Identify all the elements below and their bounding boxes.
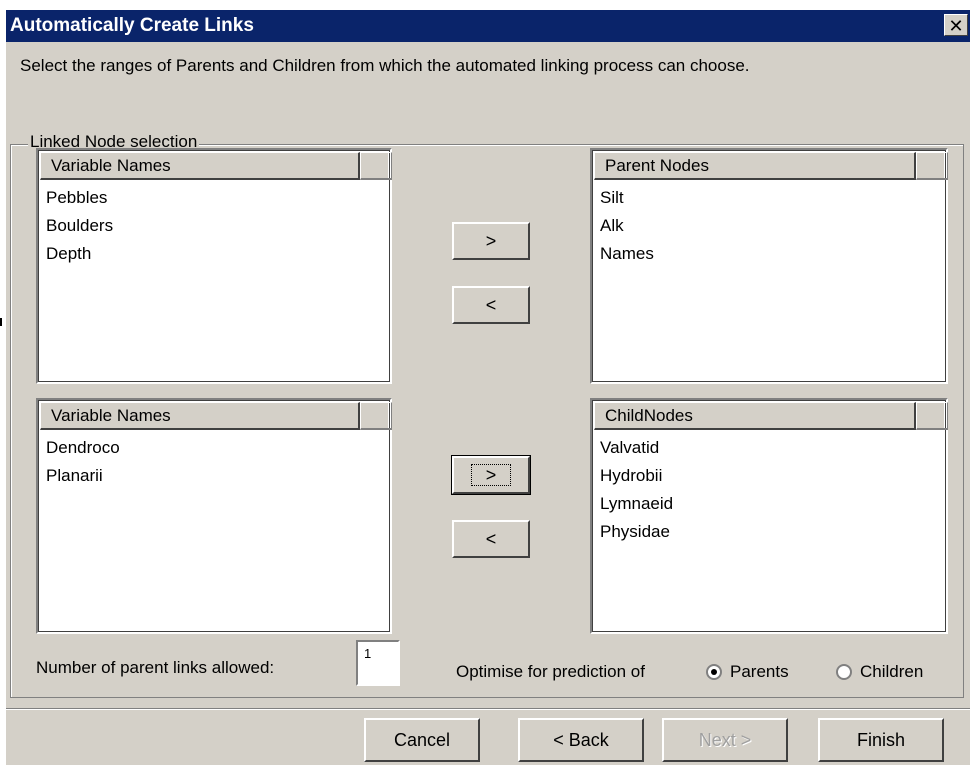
list-item[interactable]: Dendroco [46, 434, 120, 462]
auto-create-links-dialog: Automatically Create Links ✕ Select the … [6, 10, 970, 765]
column-header-variable-names[interactable]: Variable Names [40, 402, 360, 430]
parent-links-input[interactable]: 1 [356, 640, 400, 686]
list-item[interactable]: Pebbles [46, 184, 113, 212]
list-header: Variable Names [40, 152, 392, 180]
edge-mark [0, 318, 2, 326]
column-header-label: Parent Nodes [605, 156, 709, 175]
list-header: ChildNodes [594, 402, 948, 430]
cancel-button[interactable]: Cancel [364, 718, 480, 762]
dialog-title: Automatically Create Links [10, 15, 254, 36]
column-header-label: Variable Names [51, 406, 171, 425]
remove-child-button[interactable]: < [452, 520, 530, 558]
column-header-label: ChildNodes [605, 406, 693, 425]
footer-separator [6, 708, 970, 710]
list-item[interactable]: Alk [600, 212, 654, 240]
list-items: Pebbles Boulders Depth [46, 184, 113, 268]
list-item[interactable]: Physidae [600, 518, 673, 546]
add-child-button[interactable]: > [451, 455, 531, 495]
close-icon: ✕ [948, 16, 964, 36]
column-header-parent-nodes[interactable]: Parent Nodes [594, 152, 916, 180]
button-label: < Back [553, 730, 609, 750]
title-bar[interactable]: Automatically Create Links ✕ [6, 10, 970, 42]
close-button[interactable]: ✕ [944, 14, 968, 36]
list-item[interactable]: Planarii [46, 462, 120, 490]
list-items: Silt Alk Names [600, 184, 654, 268]
column-header-variable-names[interactable]: Variable Names [40, 152, 360, 180]
radio-selected-dot [711, 669, 717, 675]
column-header-filler [916, 402, 948, 430]
column-header-label: Variable Names [51, 156, 171, 175]
next-button[interactable]: Next > [662, 718, 788, 762]
child-variable-names-list[interactable]: Variable Names Dendroco Planarii [36, 398, 392, 634]
remove-parent-button[interactable]: < [452, 286, 530, 324]
list-item[interactable]: Names [600, 240, 654, 268]
list-items: Dendroco Planarii [46, 434, 120, 490]
column-header-filler [360, 152, 392, 180]
button-label: Cancel [393, 730, 451, 750]
child-nodes-list[interactable]: ChildNodes Valvatid Hydrobii Lymnaeid Ph… [590, 398, 948, 634]
list-item[interactable]: Valvatid [600, 434, 673, 462]
list-items: Valvatid Hydrobii Lymnaeid Physidae [600, 434, 673, 546]
list-item[interactable]: Boulders [46, 212, 113, 240]
parent-variable-names-list[interactable]: Variable Names Pebbles Boulders Depth [36, 148, 392, 384]
radio-parents-label[interactable]: Parents [730, 662, 789, 682]
button-label: < [485, 295, 497, 315]
column-header-child-nodes[interactable]: ChildNodes [594, 402, 916, 430]
radio-children[interactable] [836, 664, 852, 680]
radio-parents[interactable] [706, 664, 722, 680]
list-item[interactable]: Hydrobii [600, 462, 673, 490]
back-button[interactable]: < Back [518, 718, 644, 762]
list-header: Variable Names [40, 402, 392, 430]
list-item[interactable]: Silt [600, 184, 654, 212]
add-parent-button[interactable]: > [452, 222, 530, 260]
finish-button[interactable]: Finish [818, 718, 944, 762]
button-label: > [485, 231, 497, 251]
button-label: > [470, 464, 512, 486]
instructions-text: Select the ranges of Parents and Childre… [20, 56, 750, 75]
parent-nodes-list[interactable]: Parent Nodes Silt Alk Names [590, 148, 948, 384]
column-header-filler [360, 402, 392, 430]
list-item[interactable]: Lymnaeid [600, 490, 673, 518]
optimise-label: Optimise for prediction of [456, 662, 645, 681]
button-label: < [485, 529, 497, 549]
list-header: Parent Nodes [594, 152, 948, 180]
button-label: Next > [698, 730, 752, 750]
radio-children-label[interactable]: Children [860, 662, 923, 682]
list-item[interactable]: Depth [46, 240, 113, 268]
button-label: Finish [856, 730, 905, 750]
column-header-filler [916, 152, 948, 180]
parent-links-label: Number of parent links allowed: [36, 658, 275, 677]
